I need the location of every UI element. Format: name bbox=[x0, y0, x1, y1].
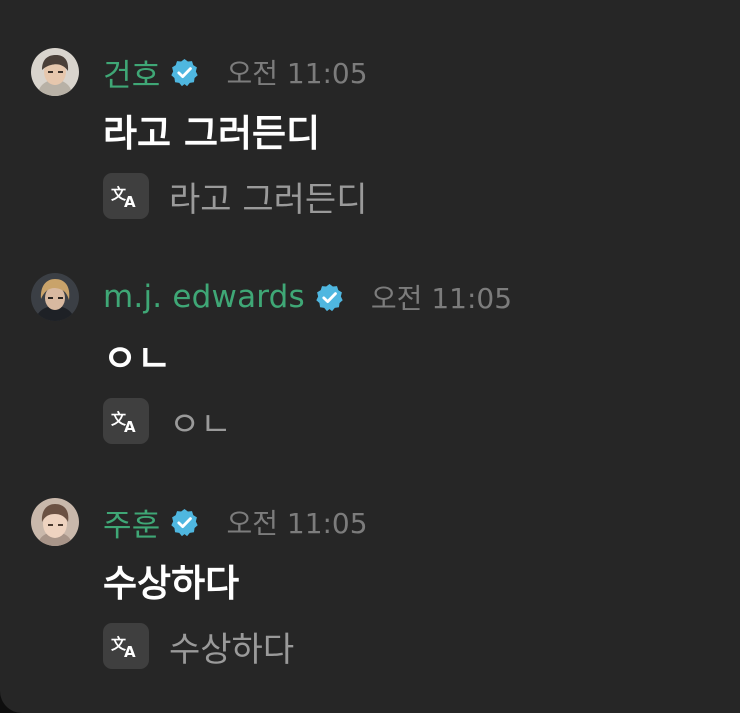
message-header: 건호 오전 11:05 bbox=[103, 50, 368, 95]
translated-text: ㅇㄴ bbox=[169, 404, 232, 445]
translated-text: 라고 그러든디 bbox=[169, 179, 368, 220]
user-avatar[interactable] bbox=[31, 48, 79, 96]
timestamp: 오전 11:05 bbox=[370, 282, 513, 315]
username[interactable]: m.j. edwards bbox=[103, 279, 305, 315]
username[interactable]: 주훈 bbox=[103, 500, 160, 545]
translate-button[interactable]: 文 A bbox=[103, 623, 149, 669]
verified-badge-icon bbox=[169, 507, 200, 538]
timestamp: 오전 11:05 bbox=[226, 57, 368, 90]
translation-row: 文 A 라고 그러든디 bbox=[103, 173, 368, 220]
svg-text:A: A bbox=[124, 418, 136, 434]
chat-panel: 건호 오전 11:05 라고 그러든디 文 A 라고 그러든디 m.j. edw… bbox=[0, 0, 740, 713]
message-header: 주훈 오전 11:05 bbox=[103, 500, 368, 545]
translate-icon: 文 A bbox=[111, 410, 136, 434]
translate-icon: 文 A bbox=[111, 185, 136, 209]
user-avatar[interactable] bbox=[31, 273, 79, 321]
translated-text: 수상하다 bbox=[169, 629, 295, 670]
translation-row: 文 A 수상하다 bbox=[103, 623, 295, 670]
translate-button[interactable]: 文 A bbox=[103, 398, 149, 444]
timestamp: 오전 11:05 bbox=[226, 507, 368, 540]
verified-badge-icon bbox=[169, 57, 200, 88]
message-text: 수상하다 bbox=[103, 562, 240, 605]
message-header: m.j. edwards 오전 11:05 bbox=[103, 277, 512, 317]
svg-text:A: A bbox=[124, 643, 136, 659]
verified-badge-icon bbox=[314, 282, 345, 313]
username[interactable]: 건호 bbox=[103, 50, 160, 95]
svg-text:A: A bbox=[124, 193, 136, 209]
translate-icon: 文 A bbox=[111, 635, 136, 659]
message-text: 라고 그러든디 bbox=[103, 112, 321, 155]
translate-button[interactable]: 文 A bbox=[103, 173, 149, 219]
message-text: ㅇㄴ bbox=[103, 337, 172, 380]
translation-row: 文 A ㅇㄴ bbox=[103, 398, 232, 445]
user-avatar[interactable] bbox=[31, 498, 79, 546]
